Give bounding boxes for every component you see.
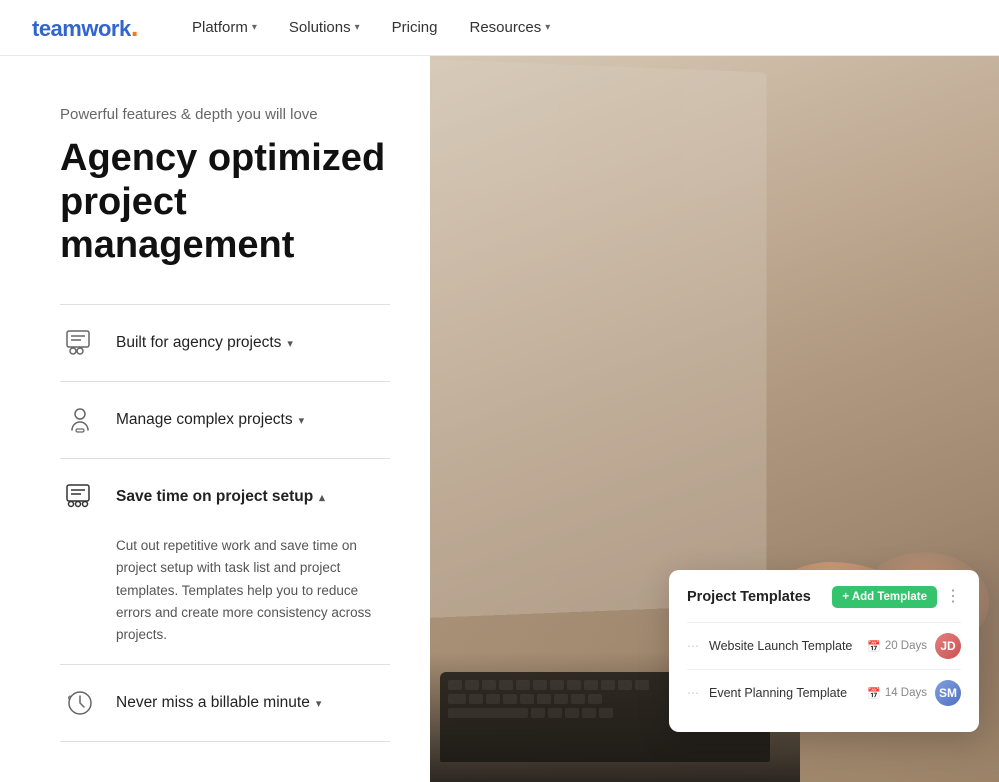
accordion-body-setup: Cut out repetitive work and save time on… [60,535,390,664]
left-panel: Powerful features & depth you will love … [0,56,430,782]
accordion-title-complex: Manage complex projects ▾ [116,411,304,429]
nav-pricing-label: Pricing [392,19,438,36]
accordion: Built for agency projects ▾ [60,304,390,742]
accordion-icon-setup [60,477,100,517]
accordion-title-setup: Save time on project setup ▴ [116,488,325,506]
accordion-icon-billable [60,683,100,723]
template-row-2: ⋯ Event Planning Template 📅 14 Days SM [687,669,961,716]
main-content: Powerful features & depth you will love … [0,56,999,782]
accordion-header-complex[interactable]: Manage complex projects ▾ [60,382,390,458]
template-meta-1: 📅 20 Days [867,640,927,653]
logo-text: teamwork [32,16,131,41]
template-avatar-2: SM [935,680,961,706]
accordion-body-setup-text: Cut out repetitive work and save time on… [116,535,390,646]
accordion-item-complex: Manage complex projects ▾ [60,382,390,459]
right-panel: Project Templates Add Template ⋮ ⋯ Websi… [430,56,999,782]
accordion-item-setup: Save time on project setup ▴ Cut out rep… [60,459,390,665]
nav-pricing[interactable]: Pricing [378,11,452,44]
accordion-header-setup[interactable]: Save time on project setup ▴ [60,459,390,535]
headline-line2: management [60,224,294,266]
nav-platform[interactable]: Platform ▾ [178,11,271,44]
template-avatar-1: JD [935,633,961,659]
headline-line1: Agency optimized project [60,137,385,223]
nav-platform-label: Platform [192,19,248,36]
navbar: teamwork. Platform ▾ Solutions ▾ Pricing… [0,0,999,56]
nav-solutions-chevron: ▾ [355,22,360,33]
nav-links: Platform ▾ Solutions ▾ Pricing Resources… [178,11,564,44]
nav-resources[interactable]: Resources ▾ [456,11,565,44]
nav-platform-chevron: ▾ [252,22,257,33]
logo-dot: . [131,11,138,42]
drag-handle-2[interactable]: ⋯ [687,686,699,700]
accordion-item-agency: Built for agency projects ▾ [60,305,390,382]
template-days-2: 14 Days [885,687,927,699]
hero-tagline: Powerful features & depth you will love [60,106,390,123]
template-days-1: 20 Days [885,640,927,652]
drag-handle-1[interactable]: ⋯ [687,639,699,653]
hero-headline: Agency optimized project management [60,137,390,268]
accordion-item-billable: Never miss a billable minute ▾ [60,665,390,742]
card-header-right: Add Template ⋮ [832,586,961,608]
accordion-header-agency[interactable]: Built for agency projects ▾ [60,305,390,381]
nav-resources-chevron: ▾ [545,22,550,33]
accordion-icon-complex [60,400,100,440]
accordion-title-billable: Never miss a billable minute ▾ [116,694,321,712]
calendar-icon-2: 📅 [867,687,881,700]
calendar-icon-1: 📅 [867,640,881,653]
template-meta-2: 📅 14 Days [867,687,927,700]
avatar-image-1: JD [935,633,961,659]
template-row-1: ⋯ Website Launch Template 📅 20 Days JD [687,622,961,669]
nav-solutions[interactable]: Solutions ▾ [275,11,374,44]
accordion-title-agency: Built for agency projects ▾ [116,334,293,352]
nav-resources-label: Resources [470,19,542,36]
card-title: Project Templates [687,589,811,605]
project-templates-card: Project Templates Add Template ⋮ ⋯ Websi… [669,570,979,732]
card-options-menu[interactable]: ⋮ [945,589,961,605]
card-header: Project Templates Add Template ⋮ [687,586,961,608]
add-template-button[interactable]: Add Template [832,586,937,608]
accordion-header-billable[interactable]: Never miss a billable minute ▾ [60,665,390,741]
avatar-image-2: SM [935,680,961,706]
accordion-icon-agency [60,323,100,363]
logo[interactable]: teamwork. [32,13,138,42]
template-name-1: Website Launch Template [709,639,859,653]
nav-solutions-label: Solutions [289,19,351,36]
template-name-2: Event Planning Template [709,686,859,700]
